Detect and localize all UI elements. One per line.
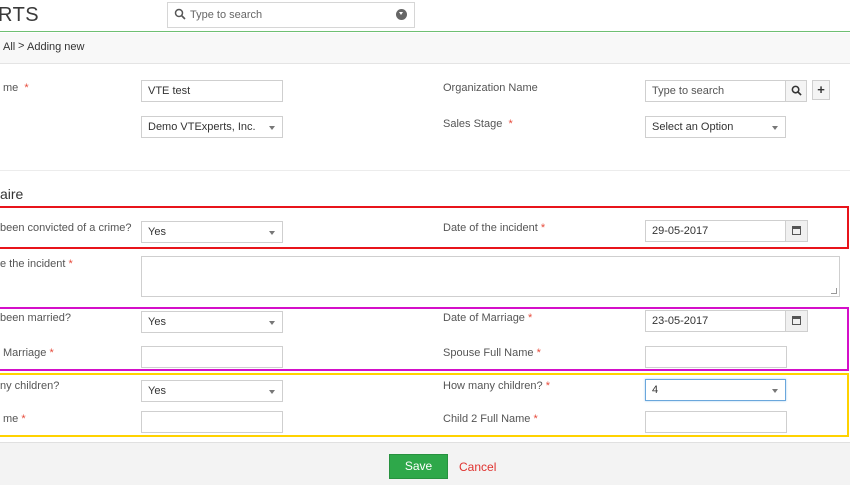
name-label: me * bbox=[3, 82, 29, 94]
sales-stage-value: Select an Option bbox=[652, 121, 734, 133]
chevron-down-icon bbox=[772, 389, 778, 393]
child-2-name-label: Child 2 Full Name * bbox=[443, 413, 538, 425]
search-icon bbox=[174, 8, 186, 20]
breadcrumb-all[interactable]: All bbox=[3, 41, 15, 53]
global-search-box[interactable]: Type to search bbox=[167, 2, 415, 28]
sales-stage-label: Sales Stage * bbox=[443, 118, 513, 130]
name-field[interactable]: VTE test bbox=[141, 80, 283, 102]
marriage-date-value: 23-05-2017 bbox=[652, 315, 709, 327]
organization-label: Organization Name bbox=[443, 82, 538, 94]
married-label: been married? bbox=[0, 312, 71, 324]
chevron-down-icon bbox=[772, 126, 778, 130]
convicted-label: been convicted of a crime? bbox=[0, 222, 132, 234]
incident-description-label: e the incident * bbox=[0, 258, 73, 270]
convicted-value: Yes bbox=[148, 226, 166, 238]
section-title: aire bbox=[0, 186, 24, 202]
married-select[interactable]: Yes bbox=[141, 311, 283, 333]
chevron-down-icon[interactable] bbox=[396, 9, 407, 20]
calendar-icon bbox=[792, 226, 801, 235]
convicted-select[interactable]: Yes bbox=[141, 221, 283, 243]
children-select[interactable]: Yes bbox=[141, 380, 283, 402]
how-many-children-value: 4 bbox=[652, 384, 659, 396]
how-many-children-label: How many children? * bbox=[443, 380, 550, 392]
calendar-button[interactable] bbox=[785, 221, 807, 241]
how-many-children-select[interactable]: 4 bbox=[645, 379, 786, 401]
marriage-date-label: Date of Marriage * bbox=[443, 312, 533, 324]
resize-handle-icon[interactable] bbox=[831, 288, 837, 294]
child-1-name-label: me * bbox=[3, 413, 26, 425]
children-value: Yes bbox=[148, 385, 166, 397]
incident-date-value: 29-05-2017 bbox=[652, 225, 709, 237]
search-icon bbox=[791, 85, 802, 96]
incident-date-label: Date of the incident * bbox=[443, 222, 546, 234]
save-button[interactable]: Save bbox=[389, 454, 448, 479]
section-divider bbox=[0, 170, 850, 171]
sales-stage-select[interactable]: Select an Option bbox=[645, 116, 786, 138]
calendar-icon bbox=[792, 316, 801, 325]
calendar-button[interactable] bbox=[785, 311, 807, 331]
chevron-down-icon bbox=[269, 126, 275, 130]
add-organization-button[interactable]: + bbox=[812, 80, 830, 100]
incident-description-textarea[interactable] bbox=[141, 256, 840, 297]
child-1-name-field[interactable] bbox=[141, 411, 283, 433]
chevron-down-icon bbox=[269, 231, 275, 235]
breadcrumb-separator-icon: > bbox=[18, 40, 25, 52]
spouse-name-field[interactable] bbox=[645, 346, 787, 368]
app-logo[interactable]: RTS bbox=[0, 4, 39, 27]
marriage-date-field[interactable]: 23-05-2017 bbox=[645, 310, 808, 332]
breadcrumb-current: Adding new bbox=[27, 41, 85, 53]
child-2-name-field[interactable] bbox=[645, 411, 787, 433]
top-bar: RTS Type to search bbox=[0, 0, 850, 32]
organization-search-button[interactable] bbox=[785, 80, 807, 102]
married-value: Yes bbox=[148, 316, 166, 328]
marriage-place-field[interactable] bbox=[141, 346, 283, 368]
form-footer: Save Cancel bbox=[0, 442, 850, 485]
children-label: ny children? bbox=[0, 380, 60, 392]
assigned-to-value: Demo VTExperts, Inc. bbox=[148, 121, 256, 133]
chevron-down-icon bbox=[269, 321, 275, 325]
search-placeholder: Type to search bbox=[190, 9, 263, 21]
breadcrumb: All > Adding new bbox=[0, 33, 850, 64]
chevron-down-icon bbox=[269, 390, 275, 394]
cancel-link[interactable]: Cancel bbox=[459, 460, 496, 474]
spouse-name-label: Spouse Full Name * bbox=[443, 347, 541, 359]
incident-date-field[interactable]: 29-05-2017 bbox=[645, 220, 808, 242]
organization-field[interactable]: Type to search bbox=[645, 80, 786, 102]
assigned-to-select[interactable]: Demo VTExperts, Inc. bbox=[141, 116, 283, 138]
marriage-place-label: Marriage * bbox=[3, 347, 54, 359]
